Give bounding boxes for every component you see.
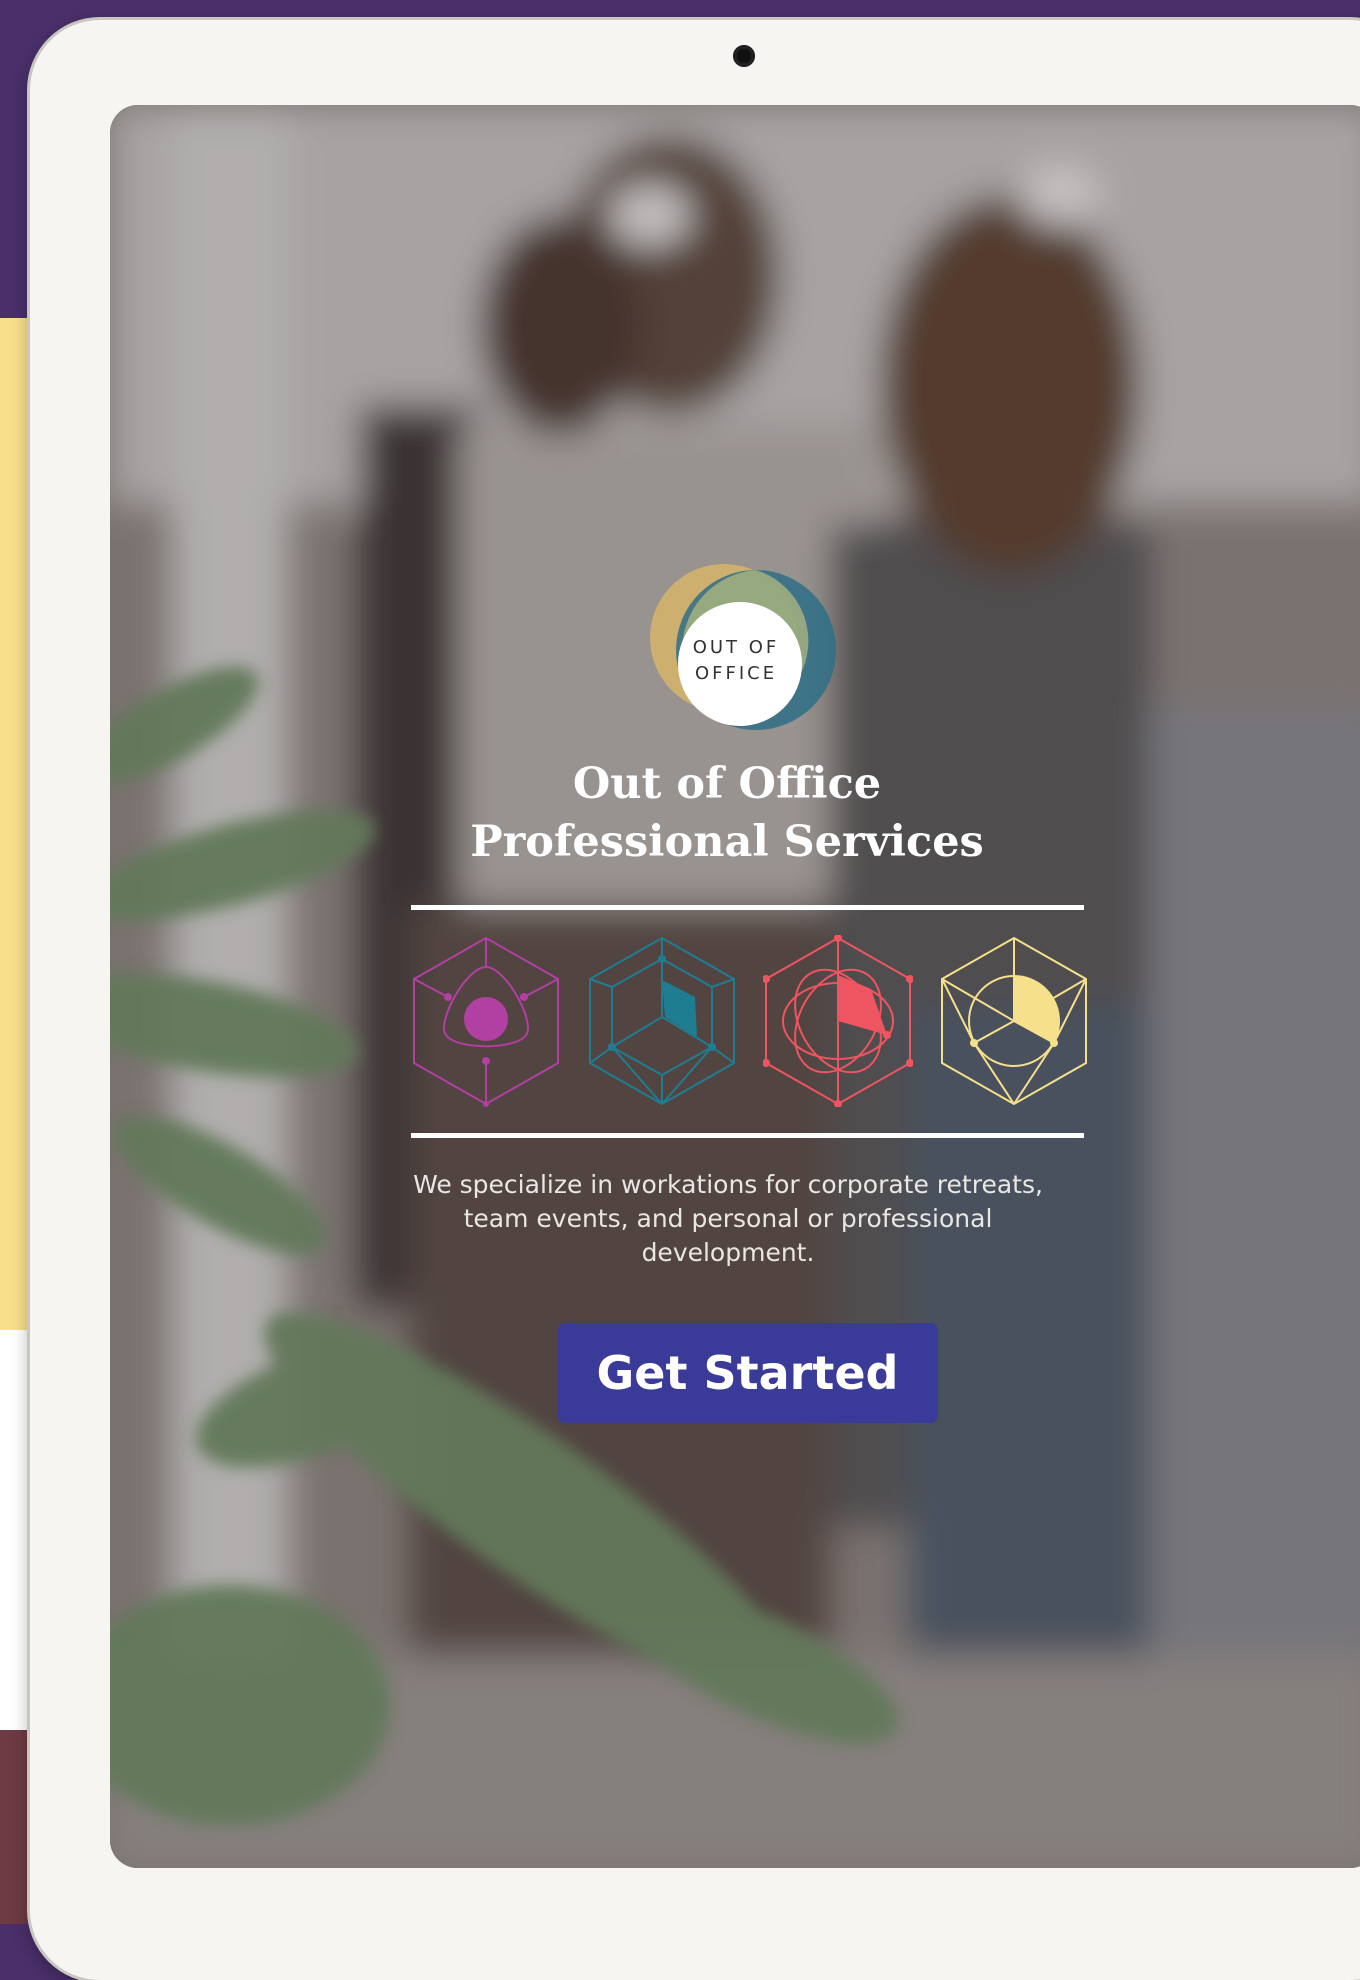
teal-hexagon-cube-icon <box>589 936 735 1106</box>
description-text: We specialize in workations for corporat… <box>413 1170 1043 1267</box>
hero-content: OUT OF OFFICE Out of Office Professional… <box>110 105 1360 1868</box>
divider-top <box>411 905 1084 910</box>
magenta-hexagon-circle-icon <box>413 936 559 1107</box>
logo-line2: OFFICE <box>694 663 778 684</box>
title-line1: Out of Office <box>572 759 882 809</box>
coral-hexagon-star-icon <box>763 935 913 1107</box>
tablet-frame: OUT OF OFFICE Out of Office Professional… <box>30 20 1360 1980</box>
page-title: Out of Office Professional Services <box>410 755 1044 871</box>
camera-icon <box>733 45 755 67</box>
tablet-screen: OUT OF OFFICE Out of Office Professional… <box>110 105 1360 1868</box>
yellow-hexagon-pie-icon <box>941 936 1087 1106</box>
title-line2: Professional Services <box>470 817 984 867</box>
logo-text: OUT OF OFFICE <box>676 635 796 687</box>
divider-bottom <box>411 1133 1084 1138</box>
get-started-button[interactable]: Get Started <box>557 1323 938 1423</box>
logo-line1: OUT OF <box>692 637 780 658</box>
